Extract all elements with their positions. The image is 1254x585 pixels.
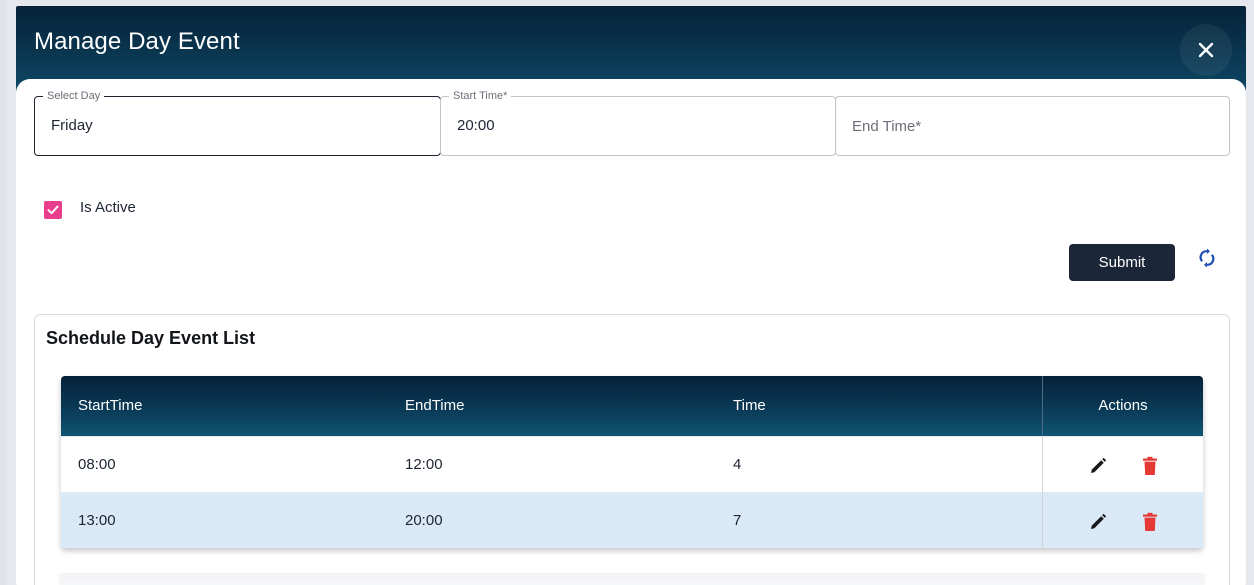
checkmark-icon	[47, 205, 59, 215]
table-row: 08:00 12:00 4	[61, 436, 1203, 492]
schedule-list-card: Schedule Day Event List StartTime EndTim…	[34, 314, 1230, 585]
column-header-actions: Actions	[1042, 376, 1203, 436]
event-table: StartTime EndTime Time Actions 08:00 12:…	[61, 376, 1203, 548]
delete-button[interactable]	[1139, 455, 1161, 477]
cell-starttime: 08:00	[78, 456, 116, 473]
close-icon	[1198, 42, 1214, 58]
row-actions	[1042, 493, 1203, 548]
background-edge	[0, 0, 6, 585]
refresh-button[interactable]	[1193, 244, 1221, 272]
table-row: 13:00 20:00 7	[61, 492, 1203, 548]
start-time-label: Start Time*	[449, 89, 512, 103]
delete-icon	[1143, 456, 1157, 475]
end-time-placeholder: End Time*	[852, 118, 922, 135]
card-title: Schedule Day Event List	[46, 328, 256, 348]
cell-starttime: 13:00	[78, 512, 116, 529]
edit-icon	[1091, 457, 1107, 473]
table-header: StartTime EndTime Time Actions	[61, 376, 1203, 436]
table-footer-shadow	[59, 573, 1205, 585]
dialog-body: Select Day Friday Start Time* 20:00 End …	[16, 79, 1246, 585]
is-active-label: Is Active	[80, 199, 136, 216]
start-time-field[interactable]: Start Time* 20:00	[440, 89, 836, 156]
manage-day-event-dialog: Manage Day Event Select Day Friday Start…	[16, 6, 1246, 585]
row-actions	[1042, 437, 1203, 492]
column-header-starttime[interactable]: StartTime	[78, 376, 142, 436]
is-active-checkbox[interactable]	[44, 201, 62, 219]
edit-icon	[1091, 513, 1107, 529]
delete-button[interactable]	[1139, 511, 1161, 533]
close-button[interactable]	[1180, 24, 1232, 76]
select-day-value: Friday	[51, 117, 93, 134]
column-header-endtime[interactable]: EndTime	[405, 376, 464, 436]
select-day-label: Select Day	[43, 89, 105, 103]
cell-time: 4	[733, 456, 742, 473]
refresh-icon	[1199, 248, 1215, 268]
dialog-title: Manage Day Event	[34, 28, 240, 55]
column-header-time[interactable]: Time	[733, 376, 766, 436]
edit-button[interactable]	[1087, 511, 1109, 533]
end-time-field[interactable]: End Time*	[835, 96, 1230, 156]
start-time-value: 20:00	[457, 117, 495, 134]
submit-button[interactable]: Submit	[1069, 244, 1175, 281]
cell-time: 7	[733, 512, 742, 529]
delete-icon	[1143, 512, 1157, 531]
cell-endtime: 20:00	[405, 512, 443, 529]
select-day-field[interactable]: Select Day Friday	[34, 89, 441, 156]
cell-endtime: 12:00	[405, 456, 443, 473]
edit-button[interactable]	[1087, 455, 1109, 477]
